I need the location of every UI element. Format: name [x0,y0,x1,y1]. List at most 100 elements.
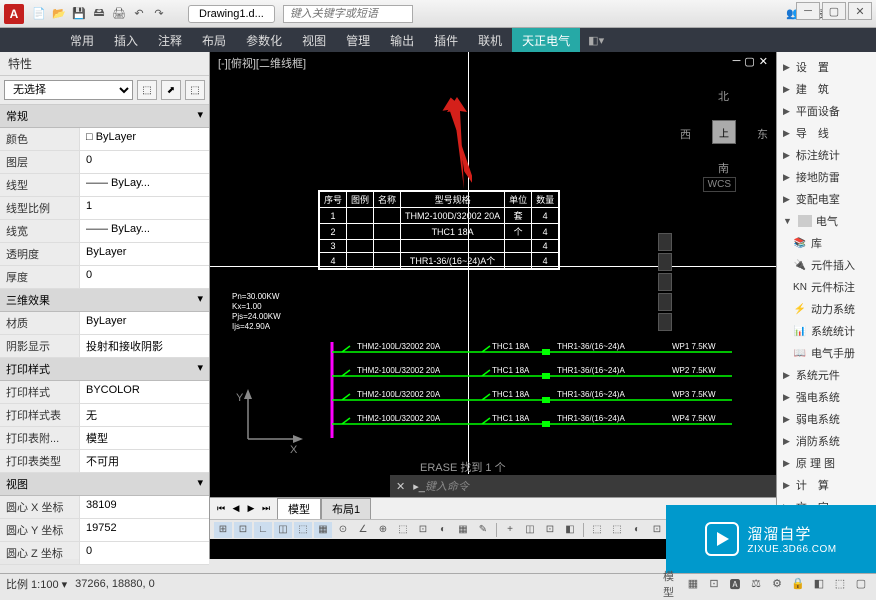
drafting-toggle[interactable]: ⬚ [294,522,312,538]
document-tab[interactable]: Drawing1.d... [188,5,275,23]
property-row[interactable]: 打印样式BYCOLOR [0,381,209,404]
layout-last-icon[interactable]: ⏭ [259,502,273,516]
property-row[interactable]: 厚度0 [0,266,209,289]
qat-undo-icon[interactable]: ↶ [130,5,148,23]
nav-showm-icon[interactable] [658,313,672,331]
close-button[interactable]: ✕ [848,2,872,20]
drafting-toggle[interactable]: ∟ [254,522,272,538]
qat-new-icon[interactable]: 📄 [30,5,48,23]
command-line[interactable]: ✕ ▸_ 键入命令 [390,475,776,497]
drafting-toggle[interactable]: ⊞ [214,522,232,538]
layout-next-icon[interactable]: ▶ [244,502,258,516]
property-row[interactable]: 打印表类型不可用 [0,450,209,473]
drafting-toggle[interactable]: ⊕ [374,522,392,538]
drafting-toggle[interactable]: ⊡ [648,522,666,538]
tab-online[interactable]: 联机 [468,28,512,52]
layout-prev-icon[interactable]: ◀ [229,502,243,516]
panel-subitem[interactable]: 📊系统统计 [777,320,876,342]
tab-manage[interactable]: 管理 [336,28,380,52]
tab-annotate[interactable]: 注释 [148,28,192,52]
drafting-toggle[interactable]: ◫ [274,522,292,538]
property-row[interactable]: 阴影显示投射和接收阴影 [0,335,209,358]
lock-icon[interactable]: 🔒 [789,576,807,592]
section-general[interactable]: 常规▾ [0,105,209,128]
property-value[interactable]: 0 [80,151,209,173]
property-value[interactable]: 不可用 [80,450,209,472]
layout-tab-layout1[interactable]: 布局1 [321,498,371,520]
viewcube[interactable]: 北 南 东 西 上 [684,92,764,172]
tab-plugins[interactable]: 插件 [424,28,468,52]
wcs-badge[interactable]: WCS [703,177,736,192]
property-row[interactable]: 线型—— ByLay... [0,174,209,197]
maximize-button[interactable]: ▢ [822,2,846,20]
qat-print-icon[interactable]: 🖨 [110,5,128,23]
section-plot[interactable]: 打印样式▾ [0,358,209,381]
viewcube-north[interactable]: 北 [718,88,729,104]
panel-subitem[interactable]: 📚库 [777,232,876,254]
property-value[interactable]: □ ByLayer [80,128,209,150]
viewcube-south[interactable]: 南 [718,160,729,176]
section-view[interactable]: 视图▾ [0,473,209,496]
viewport-label[interactable]: [-][俯视][二维线框] [218,55,306,71]
section-3d[interactable]: 三维效果▾ [0,289,209,312]
property-value[interactable]: —— ByLay... [80,220,209,242]
anno-icon[interactable]: 🅰 [726,576,744,592]
qat-saveall-icon[interactable]: 🖴 [90,5,108,23]
property-row[interactable]: 圆心 Y 坐标19752 [0,519,209,542]
property-row[interactable]: 线型比例1 [0,197,209,220]
property-value[interactable]: ByLayer [80,243,209,265]
tab-insert[interactable]: 插入 [104,28,148,52]
panel-item[interactable]: ▶消防系统 [777,430,876,452]
drafting-toggle[interactable]: + [501,522,519,538]
panel-item[interactable]: ▶平面设备 [777,100,876,122]
cmdline-close-icon[interactable]: ✕ [396,480,405,493]
panel-item[interactable]: ▶设 置 [777,56,876,78]
app-icon[interactable]: A [4,4,24,24]
tab-parametric[interactable]: 参数化 [236,28,292,52]
viewcube-west[interactable]: 西 [680,126,691,142]
panel-subitem[interactable]: 📖电气手册 [777,342,876,364]
property-row[interactable]: 打印样式表无 [0,404,209,427]
grid-icon[interactable]: ▦ [684,576,702,592]
search-input[interactable] [283,5,413,23]
property-row[interactable]: 材质ByLayer [0,312,209,335]
property-row[interactable]: 图层0 [0,151,209,174]
model-space-button[interactable]: 模型 [663,576,681,592]
drafting-toggle[interactable]: ▦ [454,522,472,538]
panel-item[interactable]: ▶弱电系统 [777,408,876,430]
viewport-min-icon[interactable]: ─ [733,55,741,71]
panel-item[interactable]: ▶计 算 [777,474,876,496]
property-value[interactable]: 1 [80,197,209,219]
nav-wheel-icon[interactable] [658,233,672,251]
nav-orbit-icon[interactable] [658,293,672,311]
drawing-canvas[interactable]: [-][俯视][二维线框] ─ ▢ ✕ 北 南 东 西 上 WCS 序号图例名称 [210,52,776,559]
qat-open-icon[interactable]: 📂 [50,5,68,23]
tab-tangent-elec[interactable]: 天正电气 [512,28,580,52]
panel-subitem[interactable]: ⚡动力系统 [777,298,876,320]
scale-icon[interactable]: ⚖ [747,576,765,592]
pickadd-icon[interactable]: ⬚ [185,80,205,100]
quickselect-icon[interactable]: ⬚ [137,80,157,100]
property-value[interactable]: ByLayer [80,312,209,334]
panel-item[interactable]: ▶建 筑 [777,78,876,100]
property-value[interactable]: BYCOLOR [80,381,209,403]
property-value[interactable]: 0 [80,266,209,288]
drafting-toggle[interactable]: ⬚ [394,522,412,538]
property-row[interactable]: 颜色□ ByLayer [0,128,209,151]
drafting-toggle[interactable]: ◐ [628,522,646,538]
tab-layout[interactable]: 布局 [192,28,236,52]
layout-tab-model[interactable]: 模型 [277,498,321,520]
drafting-toggle[interactable]: ⊡ [234,522,252,538]
drafting-toggle[interactable]: ⬚ [608,522,626,538]
tab-common[interactable]: 常用 [60,28,104,52]
select-objects-icon[interactable]: ⬈ [161,80,181,100]
panel-item[interactable]: ▶原 理 图 [777,452,876,474]
drafting-toggle[interactable]: ◧ [561,522,579,538]
property-value[interactable]: 19752 [80,519,209,541]
nav-pan-icon[interactable] [658,253,672,271]
panel-item[interactable]: ▶标注统计 [777,144,876,166]
property-row[interactable]: 圆心 X 坐标38109 [0,496,209,519]
viewport-close-icon[interactable]: ✕ [759,55,768,71]
selection-dropdown[interactable]: 无选择 [4,80,133,100]
panel-subitem[interactable]: KN元件标注 [777,276,876,298]
